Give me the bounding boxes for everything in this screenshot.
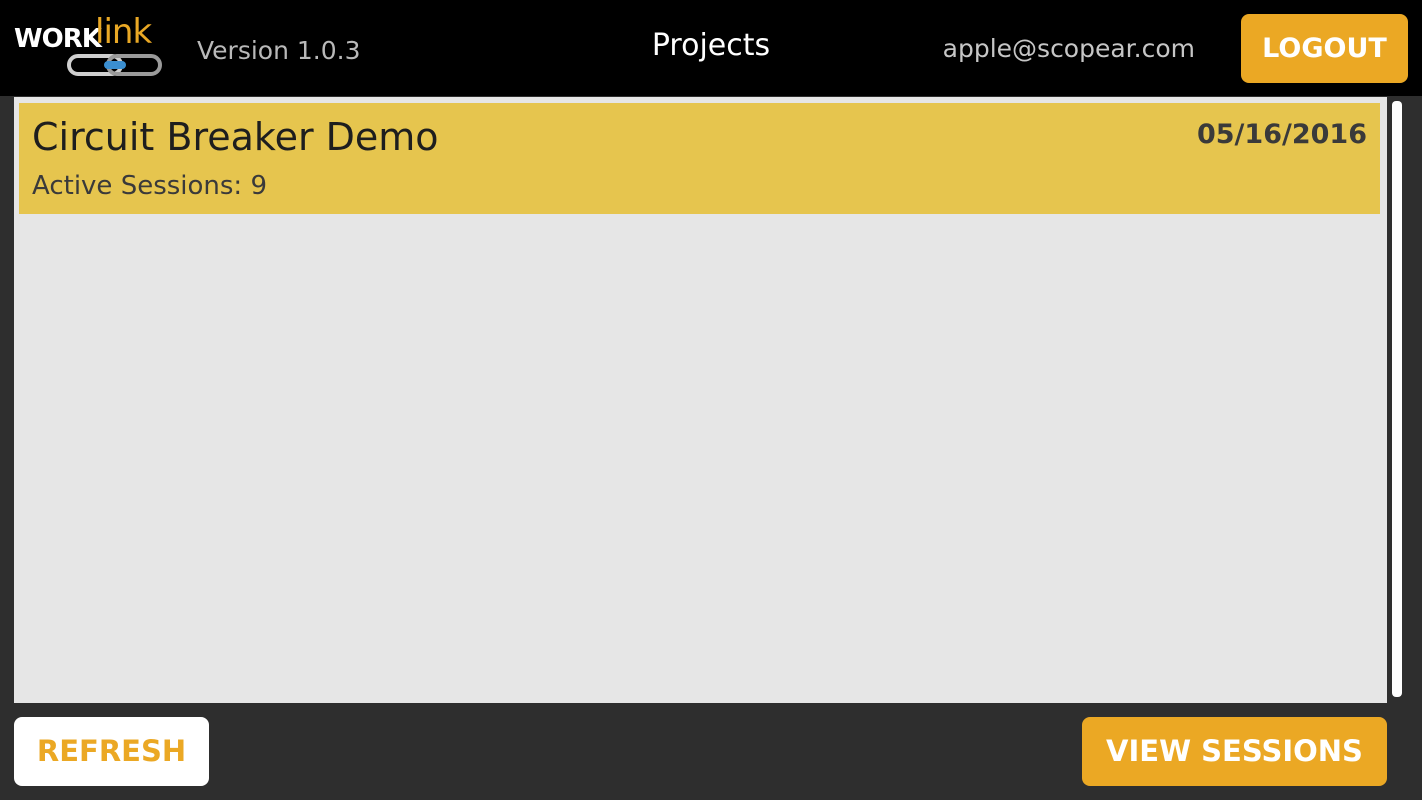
top-bar: WORK link Version 1.0.3 Projects apple@s… [0, 0, 1422, 96]
logout-button[interactable]: LOGOUT [1241, 14, 1408, 83]
refresh-button[interactable]: REFRESH [14, 717, 209, 786]
list-scrollbar[interactable] [1392, 101, 1402, 697]
app-version: Version 1.0.3 [197, 36, 361, 65]
active-sessions-count: Active Sessions: 9 [32, 171, 268, 201]
project-name: Circuit Breaker Demo [32, 115, 439, 159]
worklink-logo: WORK link [14, 10, 176, 82]
project-date: 05/16/2016 [1196, 119, 1367, 150]
page-title: Projects [651, 28, 771, 63]
logo-text-link: link [95, 12, 152, 52]
chain-link-icon [67, 54, 162, 76]
user-email: apple@scopear.com [942, 34, 1195, 63]
project-row[interactable]: Circuit Breaker Demo 05/16/2016 Active S… [19, 103, 1380, 214]
project-list[interactable]: Circuit Breaker Demo 05/16/2016 Active S… [14, 97, 1387, 703]
view-sessions-button[interactable]: VIEW SESSIONS [1082, 717, 1387, 786]
logo-text-work: WORK [14, 24, 102, 54]
